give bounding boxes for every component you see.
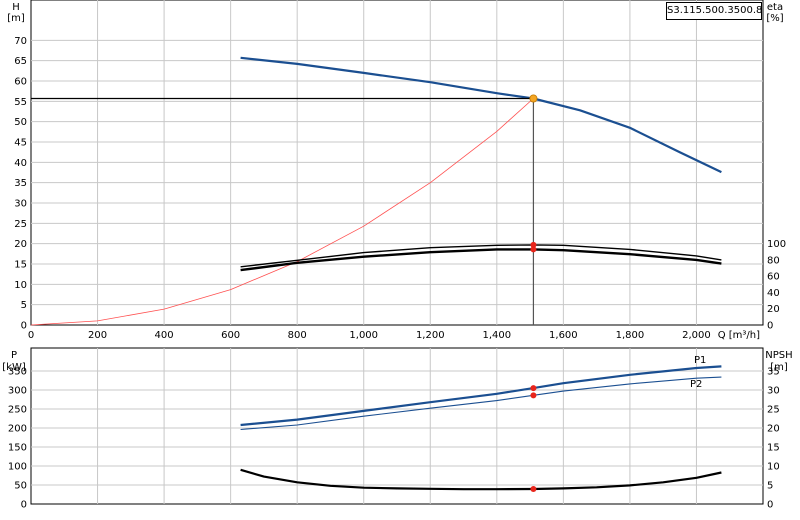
efficiency-curve-lower-line [240,248,722,272]
series-label-p2: P2 [690,379,702,390]
y-tick-label-head: 40 [14,158,27,169]
y-tick-label-head: 0 [21,321,27,332]
y-tick-label-power: 0 [21,500,27,511]
y-tick-label-power: 100 [8,462,27,473]
y-tick-label-head: 45 [14,138,27,149]
x-tick-label: 0 [28,330,34,341]
power-duty-marker [530,392,537,399]
y-tick-label-head: 20 [14,239,27,250]
y-tick-label-head: 30 [14,199,27,210]
y-tick-label-head: 70 [14,36,27,47]
x-tick-label: 2,000 [682,330,711,341]
x-tick-label: 600 [221,330,240,341]
y-tick-label-power: 150 [8,443,27,454]
efficiency-duty-marker [530,246,537,253]
y-tick-label-power: 50 [14,481,27,492]
y-tick-label-head: 35 [14,178,27,189]
y-tick-label-head: 55 [14,97,27,108]
y-tick-label-eta: 0 [767,321,773,332]
y-tick-label-eta: 80 [767,255,780,266]
y-tick-label-npsh: 5 [767,481,773,492]
y-axis-unit-npsh: [m] [770,362,788,373]
duty-point-marker [529,94,538,103]
y-tick-label-head: 65 [14,56,27,67]
x-tick-label: 1,400 [482,330,511,341]
y-tick-label-power: 250 [8,405,27,416]
y-tick-label-head: 25 [14,219,27,230]
x-tick-label: 400 [155,330,174,341]
pump-performance-chart: 0 200 400 600 800 1,000 1,200 1,400 1,600 1,800 2,… [2,0,793,511]
y-axis-unit-head: [m] [7,13,25,24]
x-tick-label: 200 [88,330,107,341]
y-tick-label-eta: 100 [767,239,786,250]
y-tick-label-head: 10 [14,280,27,291]
y-axis-label-eta: eta [767,2,783,13]
y-axis-label-power: P [11,350,17,361]
system-curve-line [30,98,534,326]
y-tick-label-npsh: 30 [767,386,780,397]
y-axis-label-npsh: NPSH [765,350,792,361]
y-axis-label-head: H [12,2,20,13]
y-tick-label-npsh: 20 [767,424,780,435]
y-tick-label-npsh: 0 [767,500,773,511]
pump-curve-stage: 0 200 400 600 800 1,000 1,200 1,400 1,600 1,800 2,… [0,0,800,520]
y-tick-label-eta: 20 [767,304,780,315]
y-tick-label-npsh: 25 [767,405,780,416]
x-tick-label: 1,800 [616,330,645,341]
y-axis-unit-eta: [%] [766,13,783,24]
y-tick-label-power: 200 [8,424,27,435]
x-axis-label: Q [m³/h] [718,330,760,341]
power-duty-marker [530,385,537,392]
p2-curve-line [240,376,722,431]
series-label-p1: P1 [694,355,706,366]
x-tick-label: 1,000 [349,330,378,341]
y-tick-label-eta: 60 [767,272,780,283]
y-tick-label-head: 60 [14,77,27,88]
npsh-duty-marker [530,485,537,492]
y-tick-label-head: 15 [14,260,27,271]
head-curve-line [240,56,722,174]
y-tick-label-npsh: 10 [767,462,780,473]
y-tick-label-npsh: 15 [767,443,780,454]
x-tick-label: 800 [288,330,307,341]
pump-id-box: S3.115.500.3500.8. [666,2,762,20]
y-tick-label-head: 5 [21,300,27,311]
x-tick-label: 1,600 [549,330,578,341]
y-axis-unit-power: [kW] [2,362,26,373]
y-tick-label-power: 300 [8,386,27,397]
y-tick-label-head: 50 [14,117,27,128]
p1-curve-line [240,365,722,427]
npsh-curve-line [240,468,722,491]
x-tick-label: 1,200 [416,330,445,341]
y-tick-label-eta: 40 [767,288,780,299]
